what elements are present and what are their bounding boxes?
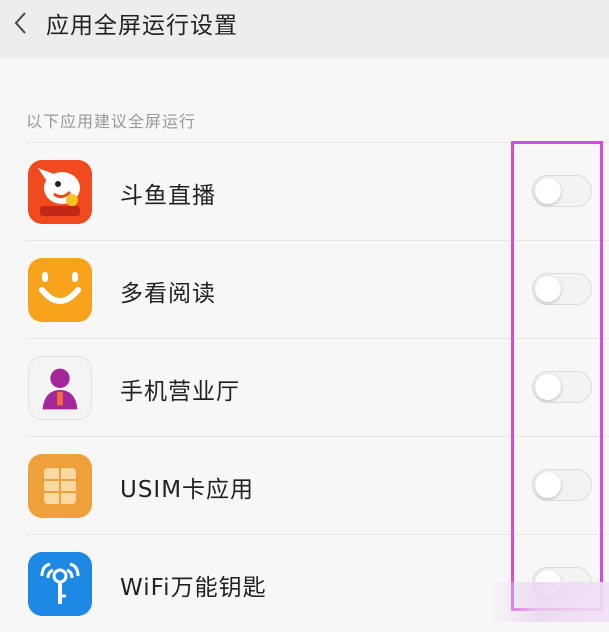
app-name: USIM卡应用 <box>120 477 255 503</box>
fullscreen-toggle[interactable] <box>532 175 592 207</box>
douyu-icon <box>28 160 92 224</box>
toggle-knob <box>535 276 561 302</box>
fullscreen-toggle[interactable] <box>532 273 592 305</box>
list-item-business-hall: 手机营业厅 <box>0 338 609 436</box>
chevron-left-icon <box>14 12 26 34</box>
title-bar: 应用全屏运行设置 <box>0 0 609 58</box>
app-name: 手机营业厅 <box>120 379 240 405</box>
app-name: WiFi万能钥匙 <box>120 575 267 601</box>
toggle-knob <box>535 178 561 204</box>
app-name: 斗鱼直播 <box>120 183 216 209</box>
list-item-usim: USIM卡应用 <box>0 436 609 534</box>
page-title: 应用全屏运行设置 <box>46 13 238 39</box>
list-item-duokan: 多看阅读 <box>0 240 609 338</box>
app-name: 多看阅读 <box>120 281 216 307</box>
wifi-key-icon <box>28 552 92 616</box>
watermark <box>490 582 609 622</box>
sim-card-icon <box>28 454 92 518</box>
toggle-knob <box>535 472 561 498</box>
duokan-icon <box>28 258 92 322</box>
fullscreen-toggle[interactable] <box>532 371 592 403</box>
section-label: 以下应用建议全屏运行 <box>26 112 197 131</box>
fullscreen-toggle[interactable] <box>532 469 592 501</box>
list-item-douyu: 斗鱼直播 <box>0 142 609 240</box>
toggle-knob <box>535 374 561 400</box>
business-hall-icon <box>28 356 92 420</box>
back-button[interactable] <box>6 8 34 38</box>
